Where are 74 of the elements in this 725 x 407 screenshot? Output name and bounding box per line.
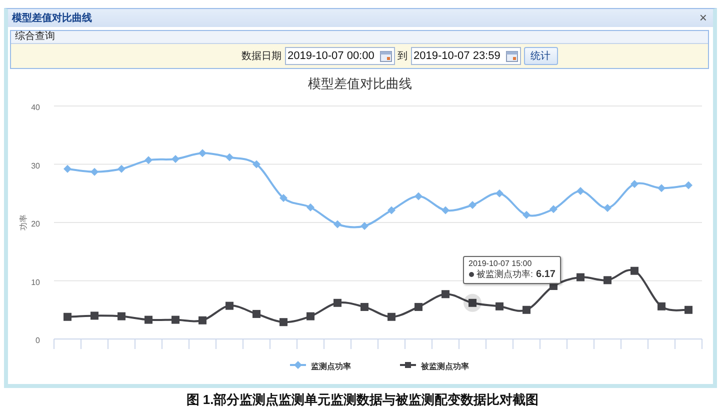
series-dot (468, 272, 474, 277)
diamond-marker (172, 155, 180, 163)
legend-label: 被监测点功率 (420, 361, 469, 371)
diamond-marker (684, 181, 692, 190)
square-marker (334, 298, 342, 307)
square-marker (306, 312, 314, 320)
square-marker (658, 302, 666, 310)
diamond-marker (198, 149, 206, 158)
square-marker (442, 290, 450, 298)
square-marker (576, 273, 584, 282)
diamond-marker (468, 201, 476, 210)
legend-label: 监测点功率 (311, 361, 351, 371)
square-marker (522, 306, 530, 314)
diamond-marker (90, 168, 98, 176)
end-date-field[interactable]: 2019-10-07 23:59 (410, 47, 520, 65)
diamond-marker (630, 180, 638, 188)
y-axis-label: 30 (31, 161, 40, 170)
square-marker (90, 312, 98, 320)
diamond-marker (226, 153, 234, 162)
square-marker (198, 316, 206, 324)
diamond-marker (334, 220, 342, 228)
square-marker (172, 316, 180, 324)
square-marker (630, 266, 638, 275)
close-button[interactable]: × (697, 11, 709, 25)
square-marker (360, 302, 368, 311)
diamond-marker (550, 205, 558, 214)
legend-item[interactable]: 被监测点功率 (400, 362, 469, 371)
date-label: 数据日期 (242, 50, 282, 63)
square-marker (144, 316, 152, 324)
square-marker (414, 302, 422, 311)
square-marker (468, 298, 476, 307)
square-marker (280, 318, 288, 326)
diamond-marker (280, 194, 288, 202)
diamond-marker (522, 210, 530, 219)
diamond-marker (144, 156, 152, 164)
square-marker (604, 276, 612, 284)
separator-label: 到 (398, 50, 408, 63)
diamond-marker (388, 206, 396, 214)
start-date-field[interactable]: 2019-10-07 00:00 (284, 47, 394, 65)
diamond-marker (576, 187, 584, 196)
legend-item[interactable]: 监测点功率 (290, 361, 351, 371)
square-marker (388, 312, 396, 321)
diamond-marker (118, 164, 126, 173)
square-marker (252, 310, 260, 318)
diamond-marker (604, 204, 612, 212)
y-axis-label: 10 (31, 278, 40, 287)
y-axis-label: 40 (31, 103, 40, 112)
square-marker (496, 302, 504, 310)
y-axis-label: 0 (36, 336, 40, 345)
diamond-marker (252, 160, 260, 168)
diamond-marker (658, 184, 666, 192)
square-marker (64, 312, 72, 321)
calendar-icon[interactable] (506, 50, 518, 62)
panel-title: 综合查询 (15, 31, 55, 42)
diamond-marker (442, 206, 450, 214)
calendar-icon[interactable] (380, 50, 392, 62)
square-marker (118, 312, 126, 320)
tooltip-label: 被监测点功率: (476, 268, 534, 281)
statistics-button[interactable]: 统计 (524, 47, 558, 65)
y-axis-title: 功率 (19, 214, 28, 230)
diamond-marker (496, 189, 504, 198)
y-axis-label: 20 (31, 220, 40, 228)
diamond-marker (414, 192, 422, 200)
square-marker (684, 306, 692, 314)
figure-caption: 图 1.部分监测点监测单元监测数据与被监测配变数据比对截图 (185, 391, 540, 407)
diamond-marker (360, 222, 368, 230)
square-marker (226, 302, 234, 310)
diamond-marker (306, 203, 314, 212)
diamond-marker (64, 164, 72, 173)
tooltip-value: 6.17 (536, 268, 556, 280)
window-title: 模型差值对比曲线 (12, 12, 92, 25)
chart-title: 模型差值对比曲线 (308, 76, 412, 91)
tooltip-title: 2019-10-07 15:00 (468, 258, 533, 268)
point-highlight (464, 294, 482, 312)
